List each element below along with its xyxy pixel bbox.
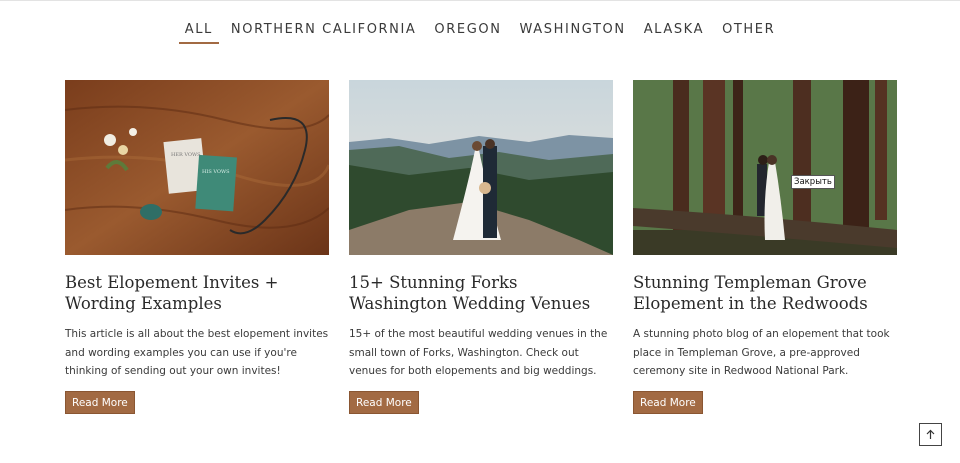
read-more-button[interactable]: Read More [65,390,135,414]
post-card: 15+ Stunning Forks Washington Wedding Ve… [349,80,613,414]
arrow-up-icon [926,429,935,439]
post-title[interactable]: 15+ Stunning Forks Washington Wedding Ve… [349,272,613,314]
read-more-button[interactable]: Read More [349,390,419,414]
mountain-couple-photo [349,80,613,255]
filter-tab-northern-california[interactable]: NORTHERN CALIFORNIA [222,22,426,44]
top-divider [0,0,960,1]
post-excerpt: A stunning photo blog of an elopement th… [633,328,890,377]
post-excerpt: This article is all about the best elope… [65,328,329,377]
filter-tab-other[interactable]: OTHER [713,22,784,44]
back-to-top-button[interactable] [919,423,942,446]
post-card: HER VOWS HIS VOWS Best Elopement Invites… [65,80,329,414]
filter-tab-alaska[interactable]: ALASKA [635,22,713,44]
post-title[interactable]: Stunning Templeman Grove Elopement in th… [633,272,897,314]
post-thumbnail-forks[interactable] [349,80,613,255]
redwood-forest-photo [633,80,897,255]
filter-tab-all[interactable]: ALL [176,22,222,44]
category-filter-bar: ALL NORTHERN CALIFORNIA OREGON WASHINGTO… [0,22,960,44]
svg-text:HIS VOWS: HIS VOWS [202,169,230,175]
read-more-button[interactable]: Read More [633,390,703,414]
filter-tab-washington[interactable]: WASHINGTON [511,22,635,44]
post-thumbnail-redwoods[interactable] [633,80,897,255]
close-tooltip: Закрыть [791,175,835,189]
svg-text:HER VOWS: HER VOWS [171,152,201,158]
post-thumbnail-invites[interactable]: HER VOWS HIS VOWS [65,80,329,255]
invites-photo: HER VOWS HIS VOWS [65,80,329,255]
post-card: Stunning Templeman Grove Elopement in th… [633,80,897,414]
post-excerpt: 15+ of the most beautiful wedding venues… [349,328,608,377]
filter-tab-oregon[interactable]: OREGON [425,22,510,44]
post-title[interactable]: Best Elopement Invites + Wording Example… [65,272,329,314]
